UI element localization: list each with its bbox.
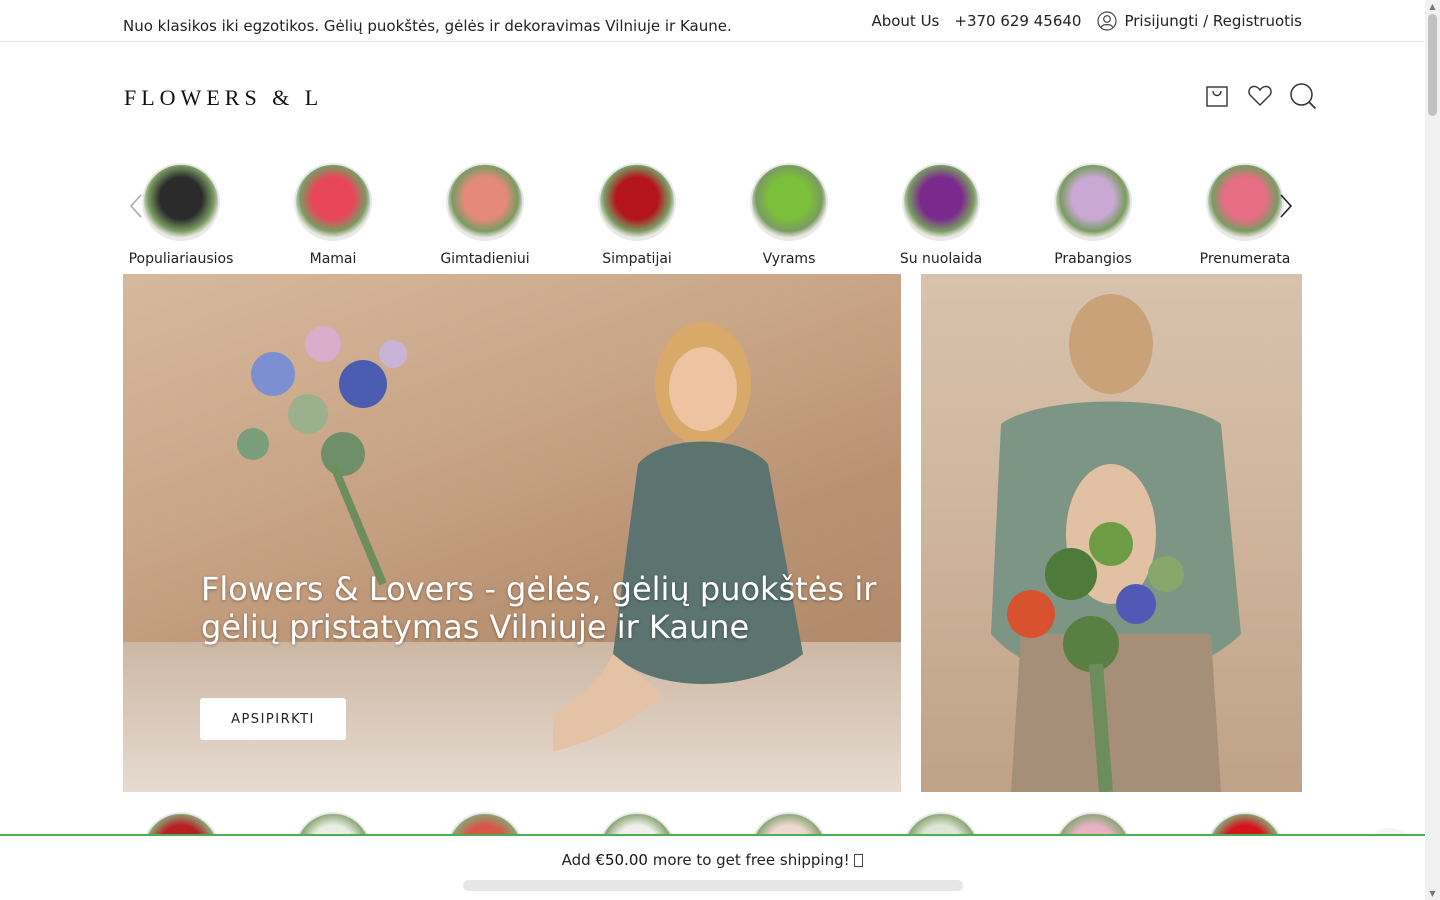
category-image [598, 163, 676, 241]
category-label: Simpatijai [602, 251, 672, 267]
category-label: Vyrams [762, 251, 816, 267]
category-item[interactable]: Vyrams [731, 160, 847, 267]
category-image [1054, 163, 1132, 241]
category-item[interactable]: Su nuolaida [883, 160, 999, 267]
category-label: Prenumerata [1199, 251, 1291, 267]
logo-text: FLOWERS & LOVERS [124, 85, 324, 110]
shipping-suffix: more to get free shipping! [652, 851, 855, 869]
category-item[interactable]: Prabangios [1035, 160, 1151, 267]
category-label: Su nuolaida [899, 251, 983, 267]
category-label: Prabangios [1054, 251, 1132, 267]
hero-title: Flowers & Lovers - gėlės, gėlių puokštės… [201, 570, 877, 646]
shipping-prefix: Add [561, 851, 591, 869]
side-banner[interactable] [921, 274, 1302, 792]
scroll-up-icon[interactable]: ▲ [1428, 2, 1437, 11]
category-label: Mamai [309, 251, 357, 267]
scrollbar-thumb[interactable] [1428, 14, 1437, 116]
phone-link[interactable]: +370 629 45640 [954, 12, 1081, 30]
category-image [294, 163, 372, 241]
heart-icon[interactable] [1246, 82, 1274, 110]
bouquet-image [237, 326, 407, 586]
top-links: About Us +370 629 45640 Prisijungti / Re… [871, 11, 1302, 31]
category-label: Populiariausios [128, 251, 234, 267]
hero-banner: Flowers & Lovers - gėlės, gėlių puokštės… [123, 274, 901, 792]
account-link[interactable]: Prisijungti / Registruotis [1097, 11, 1302, 31]
free-shipping-bar: Add €50.00 more to get free shipping! [0, 834, 1425, 900]
shipping-amount: €50.00 [595, 851, 648, 869]
tagline: Nuo klasikos iki egzotikos. Gėlių puokšt… [123, 17, 732, 35]
shop-button[interactable]: APSIPIRKTI [200, 698, 346, 740]
chevron-right-icon[interactable] [1278, 192, 1294, 220]
hero-model-image [553, 322, 803, 752]
cart-icon[interactable] [1203, 82, 1231, 110]
header-icons [1188, 82, 1317, 110]
shipping-progress-bar [463, 880, 963, 891]
category-image [750, 163, 828, 241]
site-logo[interactable]: FLOWERS & LOVERS [124, 84, 324, 110]
category-image [1206, 163, 1284, 241]
gift-icon [854, 854, 864, 867]
scroll-down-icon[interactable]: ▼ [1428, 889, 1437, 898]
top-bar: Nuo klasikos iki egzotikos. Gėlių puokšt… [0, 0, 1425, 42]
category-item[interactable]: Simpatijai [579, 160, 695, 267]
category-carousel: Populiariausios Mamai Gimtadieniui Simpa… [123, 160, 1302, 270]
user-icon [1097, 11, 1118, 31]
search-icon[interactable] [1289, 82, 1317, 110]
category-image [446, 163, 524, 241]
account-label: Prisijungti / Registruotis [1124, 12, 1302, 30]
category-label: Gimtadieniui [440, 251, 530, 267]
side-banner-image [991, 294, 1241, 792]
category-item[interactable]: Mamai [275, 160, 391, 267]
category-item[interactable]: Gimtadieniui [427, 160, 543, 267]
free-shipping-text: Add €50.00 more to get free shipping! [0, 851, 1425, 869]
category-image [902, 163, 980, 241]
page-scrollbar[interactable]: ▲ ▼ [1425, 0, 1440, 900]
about-link[interactable]: About Us [871, 12, 939, 30]
category-image [142, 163, 220, 241]
chevron-left-icon[interactable] [128, 192, 144, 220]
